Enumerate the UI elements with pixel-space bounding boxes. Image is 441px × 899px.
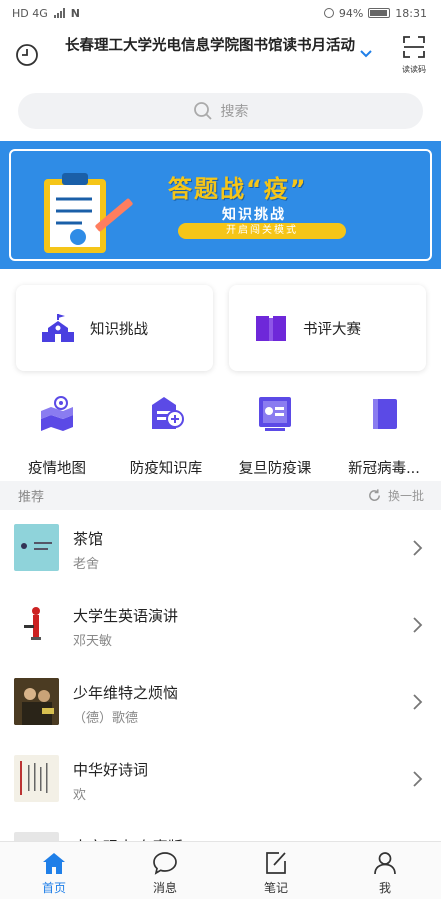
app-header: 长春理工大学光电信息学院图书馆读书月活动 读读码 bbox=[0, 26, 441, 84]
home-icon bbox=[43, 853, 65, 874]
tab-messages[interactable]: 消息 bbox=[135, 850, 195, 896]
book-author: 老舍 bbox=[73, 557, 100, 572]
knowledge-base-icon bbox=[152, 397, 184, 429]
list-item[interactable]: 茶馆 老舍 bbox=[0, 515, 441, 592]
refresh-icon bbox=[369, 489, 380, 501]
battery-icon bbox=[368, 8, 391, 18]
tab-label: 消息 bbox=[152, 881, 177, 895]
course-icon bbox=[259, 397, 291, 431]
book-title: 少年维特之烦恼 bbox=[73, 684, 179, 702]
grid-label: 复旦防疫课 bbox=[238, 461, 312, 477]
book-title: 中华好诗词 bbox=[73, 761, 149, 779]
chevron-right-icon bbox=[413, 771, 423, 787]
scan-button[interactable]: 读读码 bbox=[398, 34, 430, 78]
clock-time: 18:31 bbox=[395, 6, 427, 20]
scan-label: 读读码 bbox=[402, 65, 426, 74]
banner-title: 答题战“疫” bbox=[168, 175, 308, 203]
tab-profile[interactable]: 我 bbox=[355, 850, 415, 896]
network-type: HD 4G bbox=[12, 6, 48, 20]
chevron-right-icon bbox=[413, 540, 423, 556]
open-book-icon bbox=[256, 316, 286, 341]
search-icon bbox=[193, 102, 212, 120]
note-icon bbox=[266, 852, 286, 874]
book-author: （德）歌德 bbox=[73, 711, 139, 726]
history-icon[interactable] bbox=[14, 42, 40, 68]
grid-item-epidemic-map[interactable]: 疫情地图 bbox=[2, 393, 112, 478]
search-input[interactable]: 搜索 bbox=[18, 93, 423, 129]
list-item[interactable]: 少年维特之烦恼 （德）歌德 bbox=[0, 669, 441, 746]
chevron-right-icon bbox=[413, 617, 423, 633]
recommend-title: 推荐 bbox=[18, 490, 45, 505]
card-label: 书评大赛 bbox=[303, 321, 361, 338]
book-cover bbox=[14, 678, 59, 725]
book-cover bbox=[14, 601, 59, 648]
list-item[interactable]: 大学生英语演讲 邓天敏 bbox=[0, 592, 441, 669]
grid-item-knowledge-base[interactable]: 防疫知识库 bbox=[111, 393, 221, 478]
grid-label: 疫情地图 bbox=[28, 461, 86, 477]
refresh-button[interactable]: 换一批 bbox=[367, 487, 424, 504]
battery-percent: 94% bbox=[338, 6, 364, 20]
bottom-nav: 首页 消息 笔记 我 bbox=[0, 841, 441, 899]
nfc-icon: N bbox=[70, 6, 80, 20]
tab-label: 笔记 bbox=[263, 881, 288, 895]
tab-notes[interactable]: 笔记 bbox=[246, 850, 306, 896]
school-icon bbox=[42, 314, 74, 342]
tab-home[interactable]: 首页 bbox=[24, 850, 84, 896]
alarm-icon bbox=[323, 8, 334, 18]
book-author: 欢 bbox=[73, 788, 87, 803]
chevron-down-icon[interactable] bbox=[358, 46, 374, 62]
book-icon bbox=[373, 399, 397, 429]
grid-label: 防疫知识库 bbox=[129, 461, 203, 477]
grid-label: 新冠病毒... bbox=[348, 461, 420, 477]
grid-item-covid-book[interactable]: 新冠病毒... bbox=[329, 393, 439, 478]
book-cover bbox=[14, 755, 59, 802]
refresh-label: 换一批 bbox=[387, 489, 424, 503]
status-bar: HD 4G N 94% 18:31 bbox=[0, 0, 441, 26]
book-title: 大学生英语演讲 bbox=[73, 607, 179, 625]
list-item[interactable]: 中华好诗词 欢 bbox=[0, 746, 441, 823]
search-placeholder: 搜索 bbox=[220, 104, 249, 120]
clipboard-illustration bbox=[44, 173, 133, 253]
tab-label: 首页 bbox=[41, 881, 66, 895]
book-review-card[interactable]: 书评大赛 bbox=[229, 285, 426, 371]
book-cover bbox=[14, 524, 59, 571]
message-icon bbox=[153, 852, 177, 875]
banner-subtitle: 知识挑战 bbox=[222, 207, 286, 223]
recommend-header: 推荐 换一批 bbox=[0, 481, 441, 510]
card-label: 知识挑战 bbox=[90, 321, 148, 338]
book-title: 茶馆 bbox=[73, 530, 104, 548]
grid-item-fudan-course[interactable]: 复旦防疫课 bbox=[220, 393, 330, 478]
tab-label: 我 bbox=[378, 881, 391, 895]
book-author: 邓天敏 bbox=[73, 634, 113, 649]
signal-icon bbox=[53, 8, 65, 18]
chevron-right-icon bbox=[413, 694, 423, 710]
scan-icon bbox=[403, 36, 425, 58]
banner-start-button[interactable]: 开启闯关模式 bbox=[178, 223, 346, 239]
map-icon bbox=[41, 396, 73, 431]
page-title[interactable]: 长春理工大学光电信息学院图书馆读书月活动 bbox=[60, 36, 360, 56]
promo-banner[interactable]: 答题战“疫” 知识挑战 开启闯关模式 bbox=[0, 141, 441, 269]
profile-icon bbox=[374, 852, 396, 875]
knowledge-challenge-card[interactable]: 知识挑战 bbox=[16, 285, 213, 371]
